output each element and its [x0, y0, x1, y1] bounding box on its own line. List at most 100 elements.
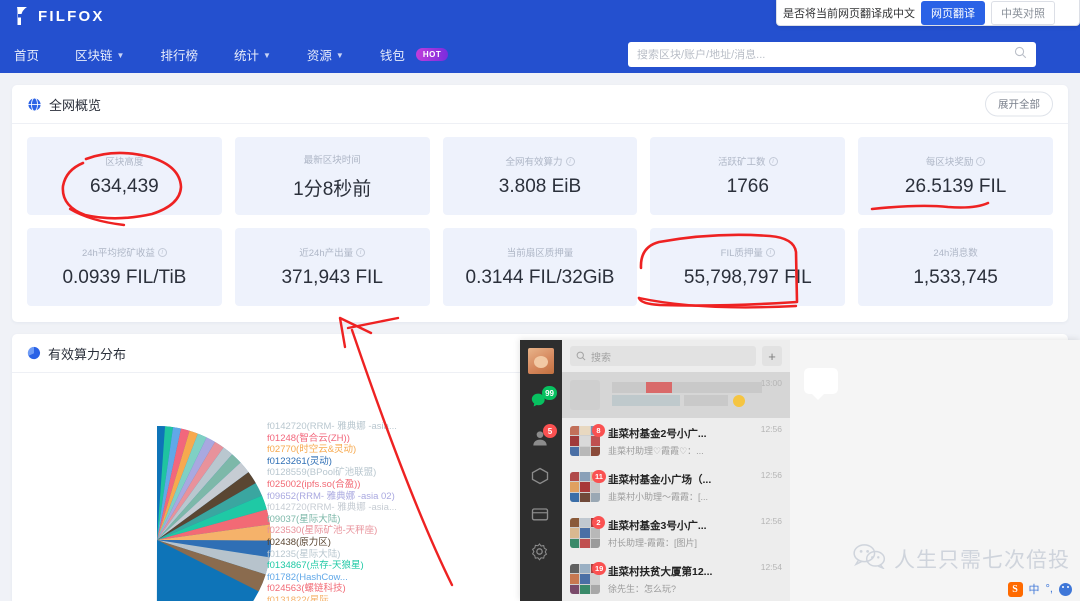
pie-label[interactable]: f01782(HashCow... — [267, 572, 397, 584]
avatar[interactable] — [528, 348, 554, 374]
stat-value: 1分8秒前 — [293, 178, 372, 200]
search-icon[interactable] — [1014, 46, 1027, 64]
wechat-favorites-icon[interactable] — [530, 466, 552, 488]
nav-item-ranking[interactable]: 排行榜 — [160, 45, 198, 64]
translate-page-button[interactable]: 网页翻译 — [921, 0, 985, 25]
pie-label[interactable]: f0142720(RRM- 雅典娜 -asia... — [267, 502, 397, 514]
search-input[interactable] — [637, 48, 1014, 61]
wechat-contacts-icon[interactable]: 5 — [530, 424, 557, 450]
stat-label: 每区块奖励 i — [926, 154, 986, 168]
wechat-search-input[interactable]: 搜索 — [570, 346, 756, 366]
wechat-chat-list: 搜索 + 13:00 韭菜村基金2号小广... 韭菜村助理♡霞霞♡：... 12… — [562, 340, 790, 601]
pie-label[interactable]: f01248(智合云(ZH)) — [267, 433, 397, 445]
chat-name: 韭菜村基金小广场（... — [608, 473, 712, 486]
translate-prompt-bar[interactable]: 是否将当前网页翻译成中文 网页翻译 中英对照 — [776, 0, 1080, 26]
stat-label: 24h消息数 — [933, 248, 978, 259]
info-icon[interactable]: i — [565, 156, 575, 166]
pie-label[interactable]: f024563(螺链科技) — [267, 583, 397, 595]
message-bubble — [804, 368, 838, 400]
pie-label[interactable]: f01235(星际大陆) — [267, 549, 397, 561]
bilingual-compare-button[interactable]: 中英对照 — [991, 0, 1055, 25]
info-icon[interactable]: i — [765, 247, 775, 257]
pie-label[interactable]: f0123261(灵动) — [267, 456, 397, 468]
chat-name: 韭菜村扶贫大厦第12... — [608, 565, 713, 578]
pie-label[interactable]: f02770(时空云&灵动) — [267, 444, 397, 456]
wechat-search-placeholder: 搜索 — [591, 352, 611, 364]
nav-item-statistics[interactable]: 统计 ▼ — [234, 45, 271, 64]
stat-card-fil-pledge[interactable]: FIL质押量 i 55,798,797 FIL — [650, 228, 846, 306]
info-icon[interactable]: i — [356, 247, 366, 257]
pie-label[interactable]: f0134867(点存-天狼星) — [267, 560, 397, 572]
stat-card-active-miners[interactable]: 活跃矿工数 i 1766 — [650, 137, 846, 215]
ime-emoji-icon[interactable] — [1059, 582, 1072, 596]
stat-card-grid: 区块高度 634,439 最新区块时间 1分8秒前 全网有效算力 i 3.808 … — [12, 124, 1068, 322]
stat-card-block-reward[interactable]: 每区块奖励 i 26.5139 FIL — [858, 137, 1053, 215]
pie-graphic[interactable] — [42, 425, 272, 601]
wechat-chat-item[interactable]: 韭菜村基金3号小广... 村长助理-霞霞：[图片] 12:56 2 — [562, 510, 790, 556]
pie-svg — [156, 426, 271, 601]
nav-item-resources[interactable]: 资源 ▼ — [307, 45, 344, 64]
info-icon[interactable]: i — [768, 156, 778, 166]
wechat-chat-item[interactable]: 韭菜村扶贫大厦第12... 徐先生：怎么玩? 12:54 19 — [562, 556, 790, 601]
pie-label[interactable]: f025002(ipfs.so(合盈)) — [267, 479, 397, 491]
stat-label: 近24h产出量 i — [299, 245, 366, 259]
filfox-logo-text: FILFOX — [38, 7, 105, 25]
info-icon[interactable]: i — [157, 247, 167, 257]
wechat-window[interactable]: 99 5 搜索 + 13:00 韭菜村基金2号小广... 韭菜村助理♡霞霞♡：.… — [520, 340, 1080, 601]
sogou-logo-icon[interactable]: S — [1007, 581, 1023, 597]
ime-mode-toggle[interactable]: 中 — [1029, 581, 1040, 597]
wechat-add-button[interactable]: + — [762, 346, 782, 366]
stat-value: 634,439 — [90, 176, 159, 197]
pie-label[interactable]: f09037(星际大陆) — [267, 514, 397, 526]
expand-all-button[interactable]: 展开全部 — [985, 91, 1053, 117]
pie-label[interactable]: f0142720(RRM- 雅典娜 -asia... — [267, 421, 397, 433]
pie-label[interactable]: f023530(星际矿池-天秤座) — [267, 525, 397, 537]
chat-preview: 村长助理-霞霞：[图片] — [608, 537, 697, 548]
nav-item-blockchain[interactable]: 区块链 ▼ — [75, 45, 124, 64]
chat-text: 韭菜村基金2号小广... 韭菜村助理♡霞霞♡：... — [608, 426, 753, 457]
wechat-sidebar-rail: 99 5 — [520, 340, 562, 601]
info-icon[interactable]: i — [976, 156, 986, 166]
stat-card-avg-mining-reward[interactable]: 24h平均挖矿收益 i 0.0939 FIL/TiB — [27, 228, 222, 306]
stat-card-block-height[interactable]: 区块高度 634,439 — [27, 137, 222, 215]
stat-card-24h-messages[interactable]: 24h消息数 1,533,745 — [858, 228, 1053, 306]
filfox-logo-icon — [14, 5, 34, 27]
pie-label[interactable]: f0128559(BPool矿池联盟) — [267, 467, 397, 479]
wechat-chats-icon[interactable]: 99 — [530, 386, 557, 412]
stat-card-sector-pledge[interactable]: 当前扇区质押量 0.3144 FIL/32GiB — [442, 228, 638, 306]
power-title-text: 有效算力分布 — [48, 346, 127, 362]
stat-card-24h-output[interactable]: 近24h产出量 i 371,943 FIL — [234, 228, 430, 306]
stat-card-network-power[interactable]: 全网有效算力 i 3.808 EiB — [442, 137, 638, 215]
unread-badge: 5 — [543, 424, 557, 438]
nav-item-wallet[interactable]: 钱包 HOT — [380, 45, 449, 64]
nav-label: 资源 — [306, 48, 332, 63]
wechat-chat-item[interactable]: 韭菜村基金小广场（... 韭菜村小助理～霞霞：[... 12:56 11 — [562, 464, 790, 510]
wechat-settings-icon[interactable] — [530, 542, 552, 564]
filfox-logo[interactable]: FILFOX — [14, 5, 105, 27]
unread-badge: 2 — [592, 516, 605, 529]
translate-prompt-text: 是否将当前网页翻译成中文 — [783, 7, 915, 20]
wechat-files-icon[interactable] — [530, 504, 552, 526]
wechat-logo-icon — [852, 543, 886, 575]
chat-avatar — [570, 380, 600, 410]
power-title: 有效算力分布 — [27, 344, 126, 363]
pie-label[interactable]: f0131822(星际... — [267, 595, 397, 601]
main-navbar: 首页 区块链 ▼ 排行榜 统计 ▼ 资源 ▼ 钱包 HOT — [0, 35, 1080, 73]
wechat-chat-item[interactable]: 13:00 — [562, 372, 790, 418]
nav-label: 区块链 — [75, 48, 113, 63]
stat-label: 最新区块时间 — [303, 154, 361, 166]
chat-preview: 韭菜村助理♡霞霞♡：... — [608, 445, 704, 456]
ime-punctuation-toggle[interactable]: °, — [1046, 583, 1053, 595]
chat-text: 韭菜村基金3号小广... 村长助理-霞霞：[图片] — [608, 518, 753, 549]
global-search[interactable] — [628, 42, 1036, 67]
pie-label[interactable]: f09652(RRM- 雅典娜 -asia 02) — [267, 491, 397, 503]
unread-badge: 19 — [592, 562, 607, 575]
pie-label[interactable]: f02438(原力区) — [267, 537, 397, 549]
chevron-down-icon: ▼ — [262, 50, 271, 60]
stat-card-latest-block-time[interactable]: 最新区块时间 1分8秒前 — [234, 137, 430, 215]
wechat-chat-item[interactable]: 韭菜村基金2号小广... 韭菜村助理♡霞霞♡：... 12:56 8 — [562, 418, 790, 464]
ime-toolbar[interactable]: S 中 °, — [1007, 581, 1072, 597]
stat-value: 1,533,745 — [913, 267, 998, 288]
nav-item-home[interactable]: 首页 — [14, 45, 39, 64]
nav-label: 首页 — [14, 48, 40, 63]
